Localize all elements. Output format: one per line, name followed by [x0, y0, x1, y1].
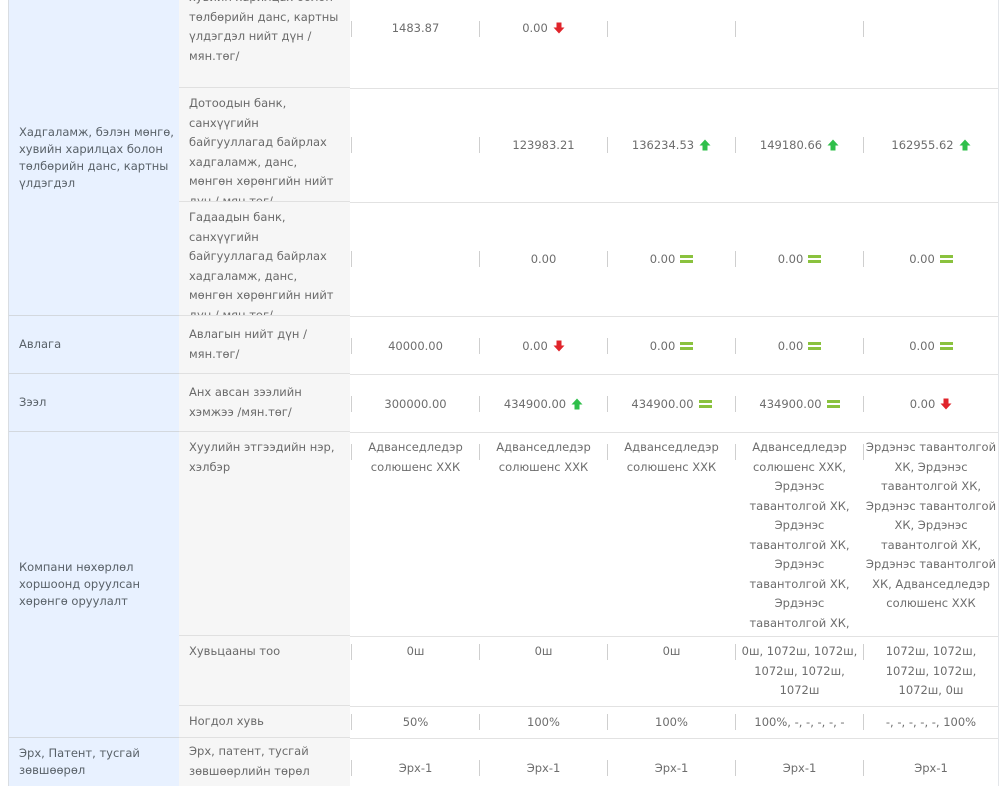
row-label-ownership-percent: Ногдол хувь [179, 706, 350, 738]
group-company-investment: Компани нөхөрлөл хоршоонд оруулсан хөрөн… [9, 432, 179, 738]
cell-r5-c3: Адванседледэр солюшенс ХХК [624, 440, 719, 474]
row-label-foreign-bank: Гадаадын банк, санхүүгийн байгууллагад б… [179, 202, 350, 316]
equal-icon [808, 255, 822, 263]
cell-r2-c3: 0.00 [608, 245, 735, 273]
cell-r8-c3: Эрх-1 [654, 761, 689, 775]
group-loans-label: Зээл [19, 395, 47, 409]
group-rights: Эрх, Патент, тусгай зөвшөөрөл [9, 738, 179, 786]
row-label-receivables: Авлагын нийт дүн / мян.төг/ [179, 316, 350, 374]
cell-r5-c5: Эрдэнэс тавантолгой ХК, Эрдэнэс тавантол… [865, 440, 997, 610]
cell-r3-c3: 0.00 [608, 332, 735, 360]
cell-r3-c4: 0.00 [736, 332, 863, 360]
cell-r3-c2: 0.00 [480, 332, 607, 360]
arrow-up-icon [571, 398, 583, 410]
cell-r2-c2: 0.00 [530, 252, 557, 266]
group-receivables-label: Авлага [19, 337, 62, 351]
column-separator [863, 21, 864, 37]
group-deposits-label: Хадгаламж, бэлэн мөнгө, хувийн харилцах … [19, 124, 174, 190]
group-company-label: Компани нөхөрлөл хоршоонд оруулсан хөрөн… [19, 560, 141, 608]
cell-r6-c5: 1072ш, 1072ш, 1072ш, 1072ш, 1072ш, 0ш [885, 644, 977, 697]
equal-icon [680, 342, 694, 350]
table-right-border [998, 0, 999, 786]
equal-icon [808, 342, 822, 350]
cell-r7-c2: 100% [527, 715, 560, 729]
row-divider [350, 374, 998, 375]
equal-icon [939, 342, 953, 350]
arrow-down-icon [940, 398, 952, 410]
cell-r4-c5: 0.00 [864, 390, 998, 418]
cell-r1-c5: 162955.62 [864, 131, 998, 159]
row-divider [350, 88, 998, 89]
arrow-down-icon [553, 340, 565, 352]
cell-r2-c5: 0.00 [864, 245, 998, 273]
group-deposits: Хадгаламж, бэлэн мөнгө, хувийн харилцах … [9, 0, 179, 316]
equal-icon [939, 255, 953, 263]
column-separator [735, 21, 736, 37]
cell-r2-c4: 0.00 [736, 245, 863, 273]
column-separator [607, 21, 608, 37]
cell-r6-c1: 0ш [406, 644, 425, 658]
cell-r7-c4: 100%, -, -, -, -, - [754, 715, 845, 729]
column-separator [351, 251, 352, 267]
cell-r5-c2: Адванседледэр солюшенс ХХК [496, 440, 591, 474]
cell-r4-c2: 434900.00 [480, 390, 607, 418]
group-rights-label: Эрх, Патент, тусгай зөвшөөрөл [19, 746, 140, 777]
column-separator [351, 137, 352, 153]
arrow-up-icon [827, 139, 839, 151]
cell-r6-c3: 0ш [662, 644, 681, 658]
cell-r0-c2: 0.00 [480, 14, 607, 42]
cell-r6-c2: 0ш [534, 644, 553, 658]
cell-r7-c1: 50% [402, 715, 429, 729]
equal-icon [826, 400, 840, 408]
cell-r3-c1: 40000.00 [388, 339, 443, 353]
row-divider [350, 636, 998, 637]
arrow-down-icon [553, 22, 565, 34]
cell-r8-c5: Эрх-1 [914, 761, 948, 775]
row-label-right-type: Эрх, патент, тусгай зөвшөөрлийн төрөл [179, 738, 350, 786]
row-divider [350, 316, 998, 317]
row-divider [350, 706, 998, 707]
cell-r8-c2: Эрх-1 [526, 761, 561, 775]
row-label-personal-account: хувийн харилцах болон төлбөрийн данс, ка… [179, 0, 350, 88]
row-label-legal-entity: Хуулийн этгээдийн нэр, хэлбэр [179, 432, 350, 636]
cell-r5-c1: Адванседледэр солюшенс ХХК [368, 440, 463, 474]
row-divider [350, 738, 998, 739]
cell-r4-c3: 434900.00 [608, 390, 735, 418]
cell-r1-c4: 149180.66 [736, 131, 863, 159]
row-label-domestic-bank: Дотоодын банк, санхүүгийн байгууллагад б… [179, 88, 350, 202]
cell-r6-c4: 0ш, 1072ш, 1072ш, 1072ш, 1072ш, 1072ш [741, 644, 858, 697]
row-divider [350, 202, 998, 203]
cell-r4-c1: 300000.00 [384, 397, 447, 411]
row-label-share-count: Хувьцааны тоо [179, 636, 350, 706]
row-label-loan-amount: Анх авсан зээлийн хэмжээ /мян.төг/ [179, 374, 350, 432]
cell-r0-c1: 1483.87 [391, 21, 440, 35]
equal-icon [698, 400, 712, 408]
cell-r5-c4: Адванседледэр солюшенс ХХК, Эрдэнэс тава… [749, 440, 850, 630]
cell-r1-c3: 136234.53 [608, 131, 735, 159]
cell-r8-c1: Эрх-1 [398, 761, 433, 775]
row-divider [350, 432, 998, 433]
cell-r7-c3: 100% [655, 715, 688, 729]
cell-r1-c2: 123983.21 [512, 138, 575, 152]
cell-r4-c4: 434900.00 [736, 390, 863, 418]
cell-r8-c4: Эрх-1 [782, 761, 817, 775]
group-loans: Зээл [9, 374, 179, 432]
cell-r7-c5: -, -, -, -, -, 100% [885, 715, 977, 729]
cell-r3-c5: 0.00 [864, 332, 998, 360]
equal-icon [680, 255, 694, 263]
arrow-up-icon [699, 139, 711, 151]
arrow-up-icon [959, 139, 971, 151]
group-receivables: Авлага [9, 316, 179, 374]
